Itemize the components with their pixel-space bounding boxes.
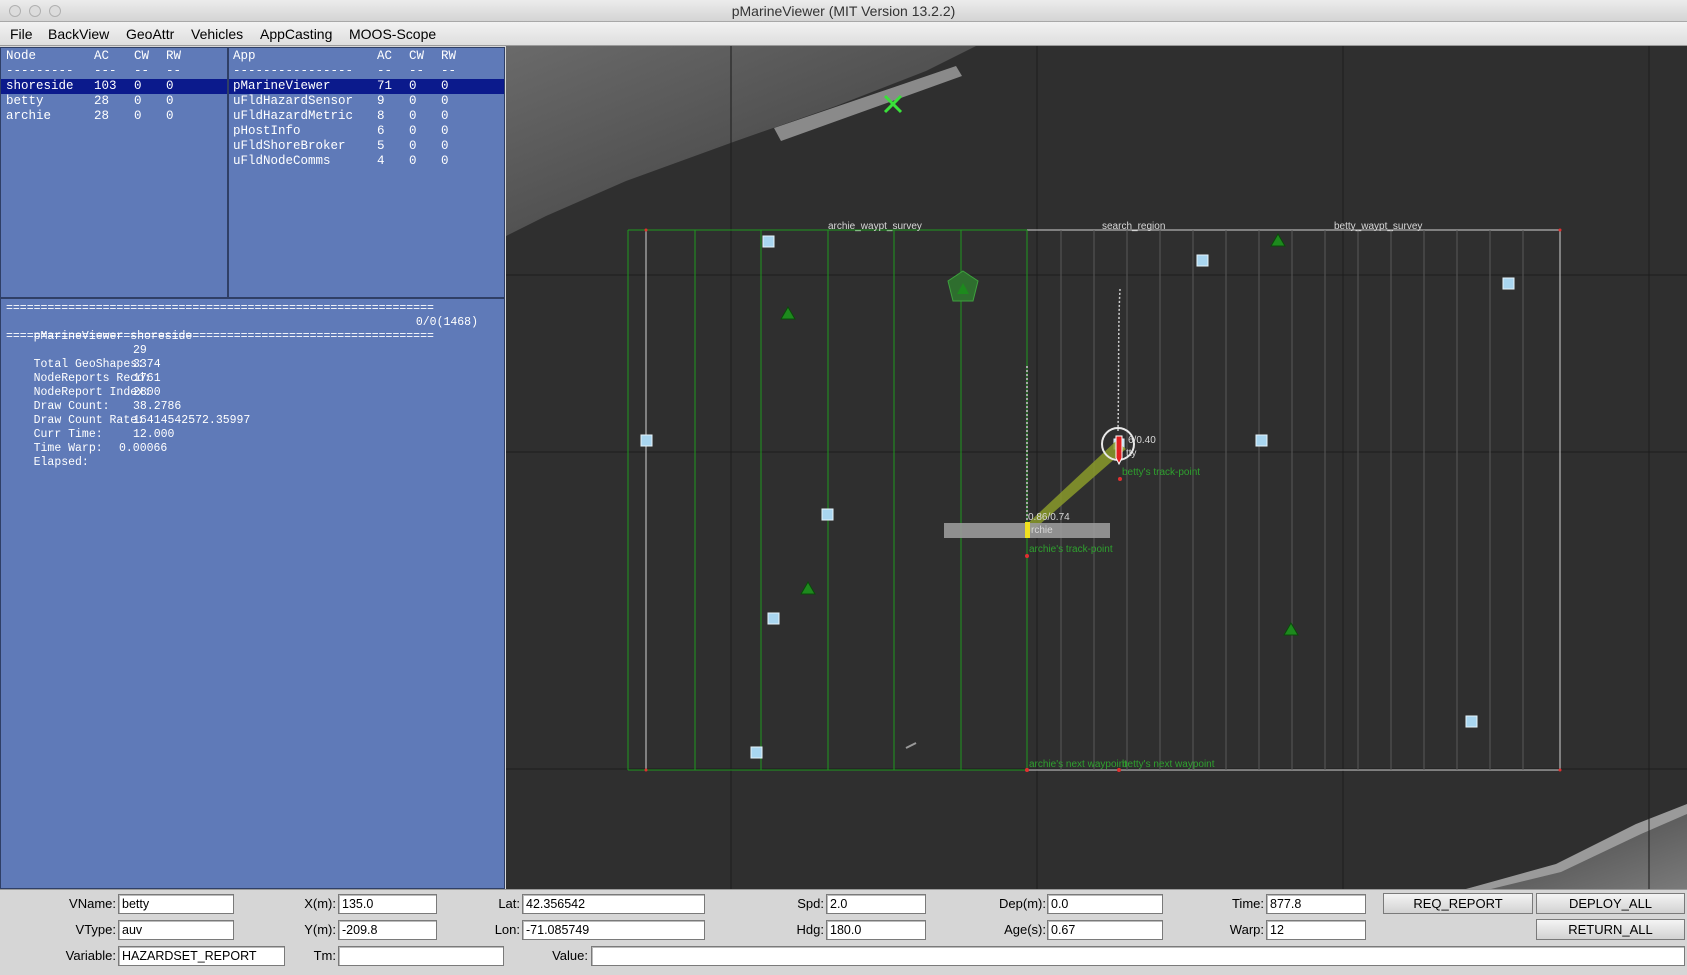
appcast-line-elapsed: Elapsed: 0.00066 [33, 442, 168, 469]
appcast-header-count: 0/0(1468) [415, 316, 478, 329]
age-label: Age(s): [1004, 922, 1046, 937]
node-list-panel[interactable]: Node AC CW RW --------- --- -- -- shores… [0, 47, 228, 298]
betty-vehicle-icon [1115, 435, 1123, 466]
hdg-label: Hdg: [796, 922, 824, 937]
node-row-shoreside[interactable]: shoreside 103 0 0 [1, 79, 227, 94]
archie-vehicle-icon [1025, 522, 1030, 538]
spd-label: Spd: [797, 896, 824, 911]
close-window-button[interactable] [9, 5, 21, 17]
dep-field[interactable] [1047, 894, 1163, 914]
y-field[interactable] [338, 920, 437, 940]
y-label: Y(m): [304, 922, 336, 937]
lon-label: Lon: [494, 922, 520, 937]
label-archie-waypt-survey: archie_waypt_survey [828, 221, 922, 232]
value-field[interactable] [591, 946, 1685, 966]
menu-file[interactable]: File [10, 25, 33, 43]
menu-bar: File BackView GeoAttr Vehicles AppCastin… [0, 22, 1687, 46]
node-row-archie[interactable]: archie 28 0 0 [1, 109, 227, 124]
title-bar: pMarineViewer (MIT Version 13.2.2) [0, 0, 1687, 22]
appcast-rule-top: ========================================… [6, 302, 434, 315]
hazard-triangles [780, 233, 1299, 636]
app-row-ufldnodecomms[interactable]: uFldNodeComms 4 0 0 [229, 154, 504, 169]
tm-field[interactable] [338, 946, 504, 966]
betty-trail [1117, 288, 1121, 432]
label-archie-next-waypoint: archie's next waypoint [1029, 759, 1128, 770]
appcast-line-curr-time: Curr Time: 16414542572.35997 [33, 414, 251, 441]
appcast-rule-bottom: ========================================… [6, 330, 434, 343]
archie-survey-lines [627, 229, 1028, 771]
lon-field[interactable] [522, 920, 705, 940]
appcast-line-draw-count-rate: Draw Count Rate: 38.2786 [33, 400, 182, 427]
node-row-betty[interactable]: betty 28 0 0 [1, 94, 227, 109]
hazard-boxes [640, 235, 1515, 759]
appcast-line-nodereports-recd: NodeReports Recd: 3374 [33, 358, 161, 385]
menu-backview[interactable]: BackView [48, 25, 109, 43]
label-betty-value: 6/0.40 [1128, 435, 1156, 446]
control-bar: VName: VType: Variable: X(m): Y(m): Tm: … [0, 889, 1687, 975]
minimize-window-button[interactable] [29, 5, 41, 17]
node-list-header: Node AC CW RW [6, 49, 182, 63]
label-search-region: search_region [1102, 221, 1166, 232]
lat-field[interactable] [522, 894, 705, 914]
vtype-label: VType: [75, 922, 116, 937]
appcast-line-nodereport-index: NodeReport Index: 1761 [33, 372, 161, 399]
label-betty-waypt-survey: betty_waypt_survey [1334, 221, 1423, 232]
label-archie-value: 0.86/0.74 [1028, 512, 1070, 523]
menu-geoattr[interactable]: GeoAttr [126, 25, 174, 43]
window-title: pMarineViewer (MIT Version 13.2.2) [731, 3, 956, 19]
app-list-separator: ---------------- -- -- -- [233, 64, 457, 78]
age-field[interactable] [1047, 920, 1163, 940]
x-label: X(m): [304, 896, 336, 911]
label-betty-track-point: betty's track-point [1122, 467, 1201, 478]
x-field[interactable] [338, 894, 437, 914]
dep-label: Dep(m): [999, 896, 1046, 911]
app-row-phostinfo[interactable]: pHostInfo 6 0 0 [229, 124, 504, 139]
vtype-field[interactable] [118, 920, 234, 940]
variable-label: Variable: [65, 948, 116, 963]
time-label: Time: [1231, 896, 1264, 911]
search-region-polygon [645, 229, 1561, 771]
app-row-ufldhazardsensor[interactable]: uFldHazardSensor 9 0 0 [229, 94, 504, 109]
app-row-ufldshorebroker[interactable]: uFldShoreBroker 5 0 0 [229, 139, 504, 154]
tm-label: Tm: [313, 948, 336, 963]
node-list-separator: --------- --- -- -- [6, 64, 182, 78]
appcast-line-time-warp: Time Warp: 12.000 [33, 428, 175, 455]
betty-survey-lines [1060, 230, 1524, 770]
deploy-all-button[interactable]: DEPLOY_ALL [1536, 893, 1685, 914]
time-field[interactable] [1266, 894, 1366, 914]
appcast-header: pMarineViewer shoreside 0/0(1468) [6, 316, 478, 343]
spd-field[interactable] [826, 894, 926, 914]
app-list-panel[interactable]: App AC CW RW ---------------- -- -- -- p… [228, 47, 505, 298]
app-list-header: App AC CW RW [233, 49, 457, 63]
label-betty-name: tty [1126, 448, 1137, 459]
menu-appcasting[interactable]: AppCasting [260, 25, 332, 43]
vname-label: VName: [69, 896, 116, 911]
hdg-field[interactable] [826, 920, 926, 940]
req-report-button[interactable]: REQ_REPORT [1383, 893, 1533, 914]
label-archie-track-point: archie's track-point [1029, 544, 1113, 555]
value-label: Value: [552, 948, 588, 963]
warp-label: Warp: [1229, 922, 1264, 937]
vname-field[interactable] [118, 894, 234, 914]
appcast-line-draw-count: Draw Count: 2800 [33, 386, 161, 413]
label-archie-name: rchie [1031, 525, 1053, 536]
label-betty-next-waypoint: betty's next waypoint [1122, 759, 1215, 770]
return-all-button[interactable]: RETURN_ALL [1536, 919, 1685, 940]
lat-label: Lat: [498, 896, 520, 911]
menu-vehicles[interactable]: Vehicles [191, 25, 243, 43]
shoreline-north [506, 46, 976, 236]
menu-moos-scope[interactable]: MOOS-Scope [349, 25, 436, 43]
app-row-pmarineviewer[interactable]: pMarineViewer 71 0 0 [229, 79, 504, 94]
appcast-line-total-geoshapes: Total GeoShapes: 29 [33, 344, 147, 371]
app-row-ufldhazardmetric[interactable]: uFldHazardMetric 8 0 0 [229, 109, 504, 124]
zoom-window-button[interactable] [49, 5, 61, 17]
variable-field[interactable] [118, 946, 285, 966]
map-view[interactable]: archie_waypt_survey search_region betty_… [506, 46, 1687, 889]
warp-field[interactable] [1266, 920, 1366, 940]
appcast-report-panel[interactable]: ========================================… [0, 298, 505, 889]
